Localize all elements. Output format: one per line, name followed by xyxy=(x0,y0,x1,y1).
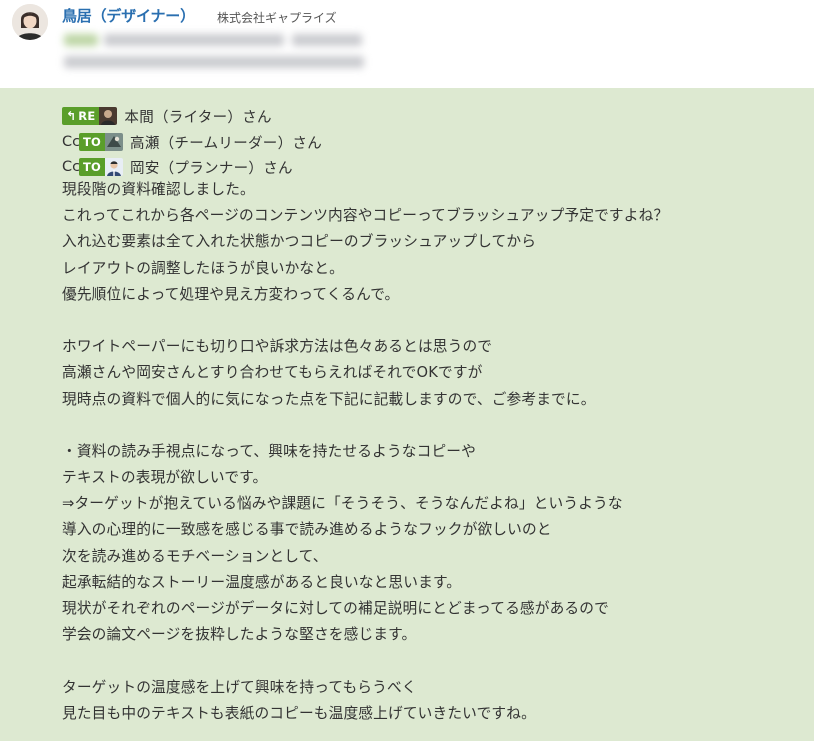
message-text: 現段階の資料確認しました。これってこれから各ページのコンテンツ内容やコピーってブ… xyxy=(62,177,802,727)
message-line: ・資料の読み手視点になって、興味を持たせるようなコピーや xyxy=(62,442,476,460)
message-line: 起承転結的なストーリー温度感があると良いなと思います。 xyxy=(62,573,462,591)
message-line: 入れ込む要素は全て入れた状態かつコピーのブラッシュアップしてから xyxy=(62,233,537,251)
recipient-avatar xyxy=(99,107,118,125)
cc-prefix: Cc xyxy=(62,159,79,175)
recipient-name[interactable]: 本間（ライター）さん xyxy=(124,106,271,127)
message-line: 優先順位によって処理や見え方変わってくるんで。 xyxy=(62,285,400,303)
message-line: 現状がそれぞれのページがデータに対しての補足説明にとどまってる感があるので xyxy=(62,600,609,617)
message-line: ⇒ターゲットが抱えている悩みや課題に「そうそう、そうなんだよね」というような xyxy=(62,495,623,513)
message-line: レイアウトの調整したほうが良いかなと。 xyxy=(62,259,344,277)
message-line: テキストの表現が欲しいです。 xyxy=(62,469,268,487)
recipient-avatar xyxy=(105,133,124,151)
recipient-line-reply: ↰ RE 本間（ライター）さん xyxy=(62,105,272,127)
recipient-line-to: Cc TO 岡安（プランナー）さん xyxy=(62,156,293,178)
reply-tag[interactable]: ↰ RE xyxy=(62,107,100,125)
to-tag[interactable]: TO xyxy=(79,158,106,176)
message-line: 次を読み進めるモチベーションとして、 xyxy=(62,547,328,565)
message-line: 現時点の資料で個人的に気になった点を下記に記載しますので、ご参考までに。 xyxy=(62,390,596,408)
reply-tag-label: RE xyxy=(78,109,96,123)
message-line: これってこれから各ページのコンテンツ内容やコピーってブラッシュアップ予定ですよね… xyxy=(62,207,669,225)
reply-arrow-icon: ↰ xyxy=(66,109,77,123)
message-body: ↰ RE 本間（ライター）さん Cc TO 高瀬（チームリーダー）さん Cc TO 岡安（プ… xyxy=(0,88,814,741)
recipient-avatar xyxy=(105,158,124,176)
sender-company: 株式会社ギャプライズ xyxy=(217,11,337,25)
sender-avatar[interactable] xyxy=(12,4,48,40)
cc-prefix: Cc xyxy=(62,134,79,150)
message-line: 現段階の資料確認しました。 xyxy=(62,181,255,198)
recipient-line-to: Cc TO 高瀬（チームリーダー）さん xyxy=(62,131,322,153)
message-line: 高瀬さんや岡安さんとすり合わせてもらえればそれでOKですが xyxy=(62,364,483,382)
to-tag[interactable]: TO xyxy=(79,133,106,151)
message-line: ホワイトペーパーにも切り口や訴求方法は色々あるとは思うので xyxy=(62,338,493,356)
redacted-preview xyxy=(60,28,430,80)
message-line: 導入の心理的に一致感を感じる事で読み進めるようなフックが欲しいのと xyxy=(62,521,552,539)
recipient-name[interactable]: 岡安（プランナー）さん xyxy=(130,157,293,178)
sender-name[interactable]: 鳥居（デザイナー） xyxy=(62,5,195,26)
recipient-name[interactable]: 高瀬（チームリーダー）さん xyxy=(130,132,322,153)
message-line: 見た目も中のテキストも表紙のコピーも温度感上げていきたいですね。 xyxy=(62,704,536,722)
message-line: ターゲットの温度感を上げて興味を持ってもらうべく xyxy=(62,678,417,696)
message-header: 鳥居（デザイナー） 株式会社ギャプライズ xyxy=(0,0,814,88)
message-line: 学会の論文ページを抜粋したような堅さを感じます。 xyxy=(62,626,417,644)
